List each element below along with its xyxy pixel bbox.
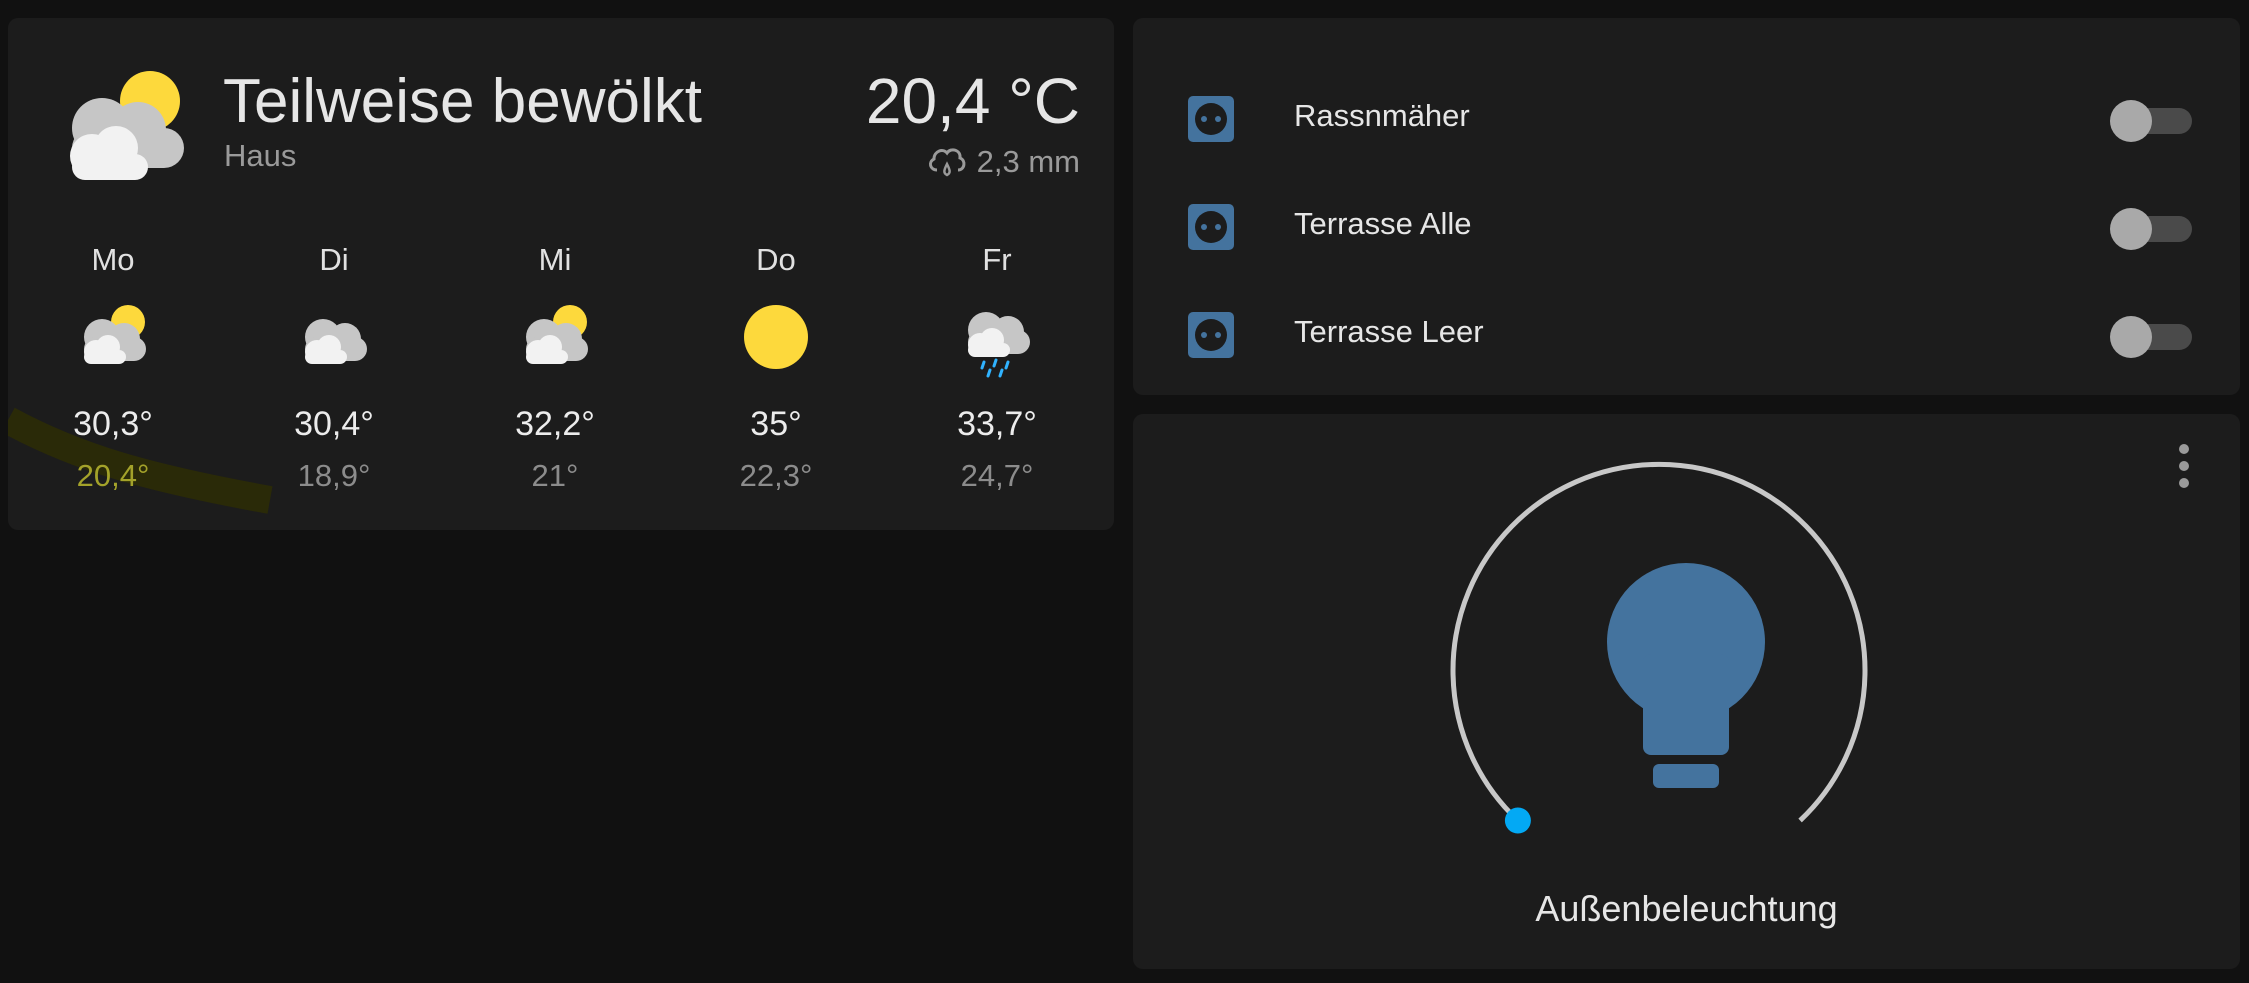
- switch-label: Terrasse Alle: [1294, 206, 1472, 241]
- power-socket-icon[interactable]: [1188, 204, 1234, 250]
- partly-cloudy-icon: [84, 305, 146, 364]
- precipitation: 2,3 mm: [925, 140, 1080, 184]
- switch-row[interactable]: Rassnmäher: [1133, 78, 2240, 158]
- switch-row[interactable]: Terrasse Alle: [1133, 186, 2240, 266]
- switch-card: Rassnmäher Terrasse Alle Terrasse Leer: [1133, 18, 2240, 395]
- weather-condition: Teilweise bewölkt: [223, 67, 702, 136]
- current-temperature: 20,4 °C: [865, 65, 1080, 137]
- lightbulb-icon[interactable]: [1607, 563, 1765, 788]
- sunny-icon: [744, 305, 808, 369]
- forecast-low: 21°: [531, 458, 579, 493]
- forecast-day: Fr 33,7° 24,7°: [922, 240, 1072, 496]
- forecast-day-name: Di: [319, 242, 349, 277]
- switch-row[interactable]: Terrasse Leer: [1133, 294, 2240, 374]
- forecast-high: 33,7°: [957, 405, 1037, 443]
- forecast-day: Do 35° 22,3°: [701, 240, 851, 496]
- brightness-handle[interactable]: [1504, 807, 1531, 834]
- forecast-high: 32,2°: [515, 405, 595, 443]
- switch-toggle[interactable]: [2110, 100, 2192, 142]
- forecast: Mo 30,3° 20,4° Di 30,4° 18,9° Mi 32,2° 2…: [38, 240, 1072, 496]
- light-card: Außenbeleuchtung: [1133, 414, 2240, 969]
- forecast-high: 30,4°: [294, 405, 374, 443]
- rain-cloud-icon: [928, 148, 966, 177]
- switch-label: Rassnmäher: [1294, 98, 1470, 133]
- toggle-thumb: [2110, 208, 2152, 250]
- forecast-day: Di 30,4° 18,9°: [259, 240, 409, 496]
- partly-cloudy-icon: [70, 71, 184, 180]
- precipitation-value: 2,3 mm: [976, 144, 1080, 179]
- power-socket-icon[interactable]: [1188, 96, 1234, 142]
- forecast-low: 24,7°: [960, 458, 1034, 493]
- forecast-high: 35°: [750, 405, 802, 443]
- cloudy-icon: [305, 319, 367, 364]
- switch-toggle[interactable]: [2110, 208, 2192, 250]
- weather-location: Haus: [224, 138, 297, 173]
- weather-card[interactable]: Teilweise bewölkt Haus 20,4 °C 2,3 mm Mo…: [8, 18, 1114, 530]
- forecast-day: Mi 32,2° 21°: [480, 240, 630, 496]
- forecast-high: 30,3°: [73, 405, 153, 443]
- brightness-dial: [1450, 461, 1868, 834]
- forecast-day-name: Mo: [91, 242, 135, 277]
- forecast-low: 18,9°: [297, 458, 371, 493]
- switch-toggle[interactable]: [2110, 316, 2192, 358]
- toggle-thumb: [2110, 316, 2152, 358]
- forecast-day-name: Mi: [538, 242, 572, 277]
- partly-cloudy-icon: [526, 305, 588, 364]
- rainy-icon: [968, 312, 1030, 378]
- toggle-thumb: [2110, 100, 2152, 142]
- switch-label: Terrasse Leer: [1294, 314, 1484, 349]
- forecast-day-name: Do: [756, 242, 796, 277]
- forecast-low: 22,3°: [739, 458, 813, 493]
- light-name: Außenbeleuchtung: [1535, 888, 1838, 929]
- power-socket-icon[interactable]: [1188, 312, 1234, 358]
- forecast-low: 20,4°: [76, 458, 150, 493]
- forecast-day: Mo 30,3° 20,4°: [38, 240, 188, 496]
- forecast-day-name: Fr: [982, 242, 1012, 277]
